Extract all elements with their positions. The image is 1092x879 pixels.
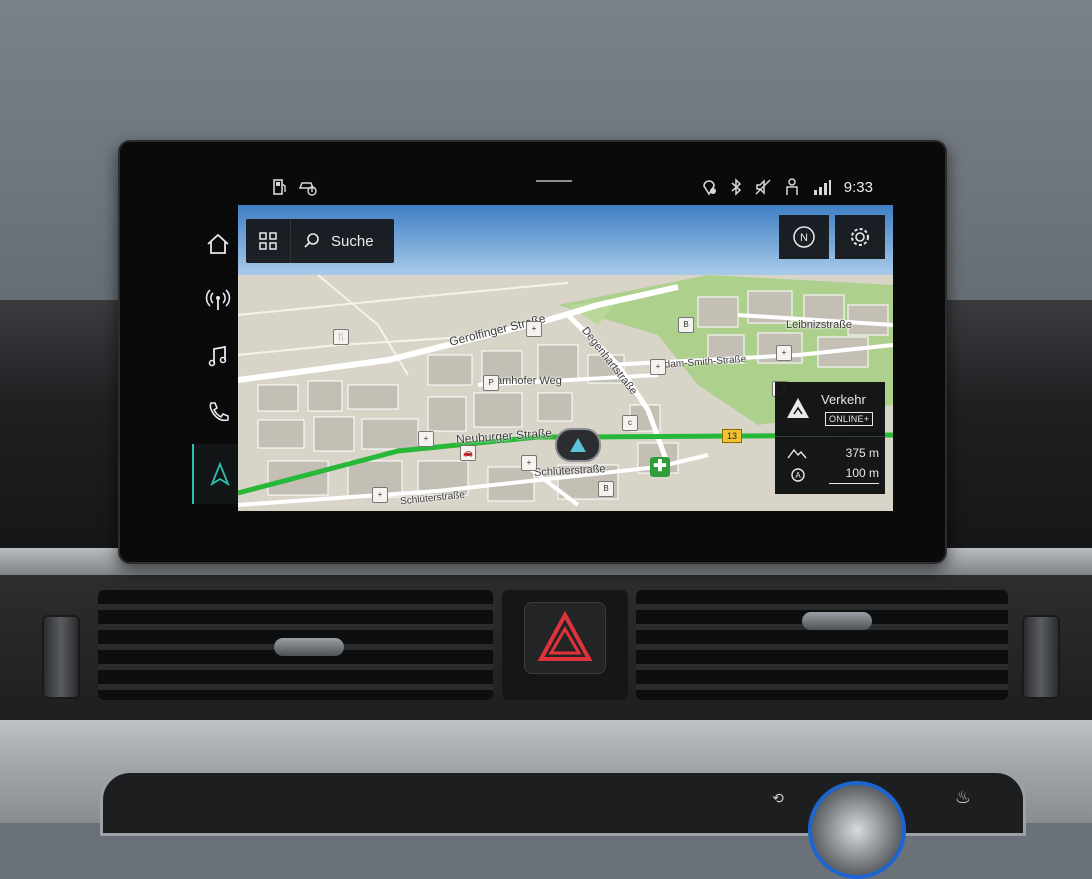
air-vent-right[interactable]: [636, 590, 1008, 700]
seat-heat-button[interactable]: ♨: [933, 779, 993, 815]
elevation-icon: [787, 448, 807, 459]
car-service-icon: [298, 182, 317, 196]
compass-button[interactable]: N: [779, 215, 829, 259]
street-label: Leibnizstraße: [786, 319, 853, 331]
cafe-poi-icon[interactable]: c: [622, 415, 638, 431]
school-poi-icon[interactable]: B: [678, 317, 694, 333]
search-button[interactable]: Suche: [291, 219, 394, 263]
hazard-triangle-icon: [537, 610, 593, 661]
vent-wheel-left[interactable]: [42, 615, 80, 699]
person-icon: [786, 178, 798, 195]
hospital-poi-icon[interactable]: +: [372, 487, 388, 503]
restaurant-poi-icon[interactable]: 🍴: [333, 329, 349, 345]
scale-value: 100 m: [845, 466, 879, 480]
hospital-poi-icon[interactable]: +: [418, 431, 434, 447]
map-toolbar: Suche: [246, 219, 394, 263]
pharmacy-poi-icon[interactable]: ✚: [650, 457, 670, 477]
sidebar-item-media[interactable]: [192, 330, 244, 382]
climate-knob[interactable]: [808, 781, 906, 879]
music-icon: [208, 345, 227, 367]
main-menu-sidebar: [192, 218, 246, 510]
bluetooth-icon: [731, 178, 741, 196]
scale-bar: [829, 483, 879, 484]
svg-text:N: N: [800, 232, 808, 244]
lte-signal-icon: [813, 180, 831, 195]
panel-divider: [775, 436, 885, 437]
north-compass-icon: N: [793, 226, 815, 248]
clock: 9:33: [843, 178, 873, 196]
navigation-icon: [210, 461, 230, 487]
sidebar-item-phone[interactable]: [192, 386, 244, 438]
radio-icon: [205, 289, 231, 310]
grid-icon: [259, 232, 277, 250]
hospital-poi-icon[interactable]: +: [521, 455, 537, 471]
online-plus-badge: ONLINE+: [825, 412, 874, 426]
search-icon: [304, 233, 319, 248]
fuel-icon: [273, 179, 286, 195]
climate-panel: ♨ ⟲: [100, 770, 1026, 879]
status-bar: 9:33: [240, 172, 895, 202]
location-icon: [702, 180, 716, 196]
traffic-title: Verkehr: [821, 392, 866, 407]
air-vent-left[interactable]: [98, 590, 493, 700]
street-label: amhofer Weg: [496, 375, 562, 387]
sidebar-item-home[interactable]: [192, 218, 244, 270]
home-icon: [207, 233, 229, 254]
hospital-poi-icon[interactable]: +: [526, 321, 542, 337]
drag-handle[interactable]: [536, 180, 572, 182]
hospital-poi-icon[interactable]: +: [650, 359, 666, 375]
map-controls: N: [779, 215, 885, 259]
elevation-value: 375 m: [845, 446, 879, 460]
gear-icon: [851, 228, 869, 246]
traffic-info-panel[interactable]: Verkehr ONLINE+ 375 m A 100 m: [775, 382, 885, 494]
school-poi-icon[interactable]: B: [598, 481, 614, 497]
settings-button[interactable]: [835, 215, 885, 259]
search-label: Suche: [331, 232, 374, 250]
vent-knob-left[interactable]: [274, 638, 344, 656]
sidebar-item-radio[interactable]: [192, 274, 244, 326]
traffic-warning-icon: [787, 398, 809, 418]
menu-grid-button[interactable]: [246, 219, 291, 263]
position-arrow-icon: [570, 438, 586, 452]
svg-text:A: A: [795, 471, 801, 480]
vent-wheel-right[interactable]: [1022, 615, 1060, 699]
phone-icon: [209, 402, 229, 422]
recirculation-button[interactable]: ⟲: [758, 783, 798, 813]
route-number-badge: 13: [722, 429, 743, 443]
mute-icon: [755, 179, 771, 195]
parking-poi-icon[interactable]: P: [483, 375, 499, 391]
car-poi-icon[interactable]: 🚗: [460, 445, 476, 461]
navigation-map[interactable]: Gerolfinger Straße Degenhartstraße Leibn…: [238, 205, 893, 511]
hazard-panel: [502, 590, 628, 700]
hospital-poi-icon[interactable]: +: [776, 345, 792, 361]
vent-knob-right[interactable]: [802, 612, 872, 630]
scale-icon: A: [791, 468, 805, 482]
current-position-marker: [555, 428, 601, 462]
hazard-button[interactable]: [524, 602, 606, 674]
